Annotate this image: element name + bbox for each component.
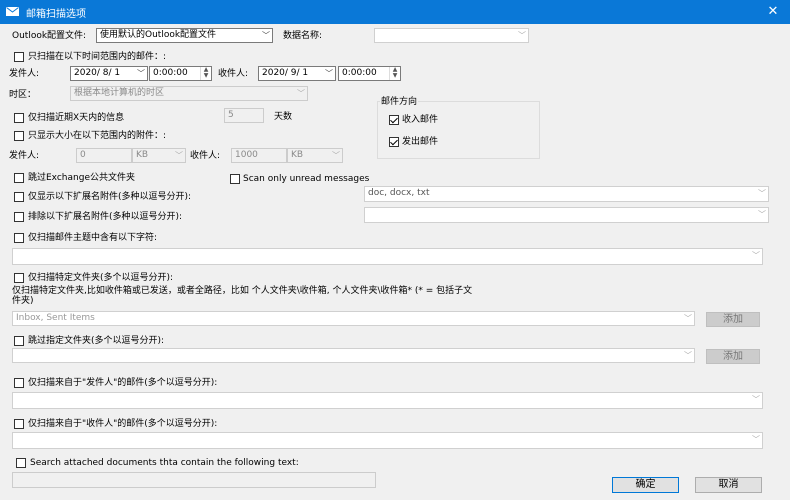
exclude-ext-input[interactable]: ﹀: [364, 207, 769, 223]
only-ext-label: 仅显示以下扩展名附件(多种以逗号分开):: [28, 192, 192, 202]
chevron-down-icon: ﹀: [758, 189, 766, 198]
recent-days-checkbox[interactable]: [14, 113, 24, 123]
chevron-down-icon: ﹀: [137, 69, 145, 78]
recipient-time-value: 0:00:00: [342, 68, 377, 78]
scan-unread-checkbox[interactable]: [230, 174, 240, 184]
recent-days-unit: 天数: [274, 112, 293, 122]
timezone-value: 根据本地计算机的时区: [74, 88, 165, 98]
mail-icon: [6, 7, 19, 16]
size-range-checkbox[interactable]: [14, 131, 24, 141]
chevron-down-icon: ﹀: [758, 210, 766, 219]
only-ext-value: doc, docx, txt: [368, 188, 430, 198]
from-sender-input[interactable]: ﹀: [12, 392, 763, 409]
folders-desc-line2: 件夹): [12, 296, 34, 306]
spinner-arrows-icon[interactable]: ▲ ▼: [200, 67, 211, 80]
from-sender-label: 仅扫描来自于"发件人"的邮件(多个以逗号分开):: [28, 378, 218, 388]
chevron-down-icon: ﹀: [325, 69, 333, 78]
recent-days-input[interactable]: 5: [224, 108, 264, 123]
recent-days-label: 仅扫描近期X天内的信息: [28, 113, 125, 123]
size-from-unit-select[interactable]: KB ﹀: [132, 148, 186, 163]
subject-checkbox[interactable]: [14, 233, 24, 243]
window-title: 邮箱扫描选项: [26, 9, 86, 20]
chevron-down-icon: ﹀: [684, 314, 692, 323]
chevron-down-icon: ﹀: [752, 435, 760, 444]
size-range-label: 只显示大小在以下范围内的附件：:: [28, 131, 167, 141]
outlook-profile-label: Outlook配置文件:: [12, 31, 87, 41]
size-sender-label: 发件人:: [9, 151, 40, 161]
search-attached-checkbox[interactable]: [16, 458, 26, 468]
cancel-button[interactable]: 取消: [695, 477, 762, 493]
spinner-arrows-icon[interactable]: ▲ ▼: [389, 67, 400, 80]
skip-exchange-label: 跳过Exchange公共文件夹: [28, 173, 135, 183]
sender-time-spinner[interactable]: 0:00:00 ▲ ▼: [149, 66, 212, 81]
date-recipient-label: 收件人:: [218, 69, 249, 79]
ok-button[interactable]: 确定: [612, 477, 679, 493]
chevron-down-icon: ﹀: [752, 395, 760, 404]
sender-date-value: 2020/ 8/ 1: [74, 68, 121, 78]
size-to-value: 1000: [235, 150, 258, 160]
search-attached-label: Search attached documents thta contain t…: [30, 458, 299, 468]
size-to-unit-select[interactable]: KB ﹀: [287, 148, 343, 163]
subject-input[interactable]: ﹀: [12, 248, 763, 265]
outbox-checkbox[interactable]: [389, 137, 399, 147]
direction-title: 邮件方向: [380, 95, 419, 109]
date-sender-label: 发件人:: [9, 69, 40, 79]
database-label: 数据名称:: [283, 31, 323, 41]
direction-group: [377, 101, 540, 159]
subject-label: 仅扫描邮件主题中含有以下字符:: [28, 233, 158, 243]
chevron-down-icon: ﹀: [752, 251, 760, 260]
skip-folders-add-button[interactable]: 添加: [706, 349, 760, 364]
chevron-down-icon: ﹀: [518, 31, 526, 40]
skip-folders-checkbox[interactable]: [14, 336, 24, 346]
folders-label: 仅扫描特定文件夹(多个以逗号分开):: [28, 273, 174, 283]
size-to-unit-value: KB: [291, 150, 304, 160]
recipient-time-spinner[interactable]: 0:00:00 ▲ ▼: [338, 66, 401, 81]
folders-desc-line1: 仅扫描特定文件夹,比如收件箱或已发送，或者全路径，比如 个人文件夹\收件箱, 个…: [12, 286, 473, 296]
chevron-down-icon: ﹀: [262, 31, 270, 40]
recent-days-value: 5: [228, 110, 234, 120]
skip-folders-label: 跳过指定文件夹(多个以逗号分开):: [28, 336, 165, 346]
close-icon[interactable]: ✕: [756, 0, 790, 24]
inbox-checkbox[interactable]: [389, 115, 399, 125]
from-sender-checkbox[interactable]: [14, 378, 24, 388]
timezone-select[interactable]: 根据本地计算机的时区 ﹀: [70, 86, 308, 101]
from-recipient-input[interactable]: ﹀: [12, 432, 763, 449]
scan-unread-label: Scan only unread messages: [243, 174, 370, 184]
recipient-date-value: 2020/ 9/ 1: [262, 68, 309, 78]
search-attached-input[interactable]: [12, 472, 376, 488]
title-bar: 邮箱扫描选项 ✕: [0, 0, 790, 24]
outbox-label: 发出邮件: [402, 137, 439, 147]
size-recipient-label: 收件人:: [190, 151, 221, 161]
folders-checkbox[interactable]: [14, 273, 24, 283]
only-ext-checkbox[interactable]: [14, 192, 24, 202]
size-from-input[interactable]: 0: [76, 148, 132, 163]
exclude-ext-checkbox[interactable]: [14, 212, 24, 222]
date-range-checkbox[interactable]: [14, 52, 24, 62]
skip-folders-input[interactable]: ﹀: [12, 348, 695, 363]
chevron-down-icon: ﹀: [684, 351, 692, 360]
date-range-label: 只扫描在以下时间范围内的邮件：:: [28, 52, 167, 62]
from-recipient-checkbox[interactable]: [14, 419, 24, 429]
size-to-input[interactable]: 1000: [231, 148, 287, 163]
folders-value: Inbox, Sent Items: [16, 313, 95, 323]
chevron-down-icon: ﹀: [297, 89, 305, 98]
timezone-label: 时区：: [9, 90, 37, 100]
size-from-unit-value: KB: [136, 150, 149, 160]
recipient-date-picker[interactable]: 2020/ 9/ 1 ﹀: [258, 66, 336, 81]
outlook-profile-select[interactable]: 使用默认的Outlook配置文件 ﹀: [96, 28, 273, 43]
exclude-ext-label: 排除以下扩展名附件(多种以逗号分开):: [28, 212, 183, 222]
only-ext-input[interactable]: doc, docx, txt ﹀: [364, 186, 769, 202]
folders-input[interactable]: Inbox, Sent Items ﹀: [12, 311, 695, 326]
chevron-down-icon: ﹀: [332, 151, 340, 160]
sender-time-value: 0:00:00: [153, 68, 188, 78]
database-select[interactable]: ﹀: [374, 28, 529, 43]
folders-add-button[interactable]: 添加: [706, 312, 760, 327]
from-recipient-label: 仅扫描来自于"收件人"的邮件(多个以逗号分开):: [28, 419, 218, 429]
sender-date-picker[interactable]: 2020/ 8/ 1 ﹀: [70, 66, 148, 81]
size-from-value: 0: [80, 150, 86, 160]
outlook-profile-value: 使用默认的Outlook配置文件: [100, 30, 217, 40]
inbox-label: 收入邮件: [402, 115, 439, 125]
chevron-down-icon: ﹀: [175, 151, 183, 160]
skip-exchange-checkbox[interactable]: [14, 173, 24, 183]
